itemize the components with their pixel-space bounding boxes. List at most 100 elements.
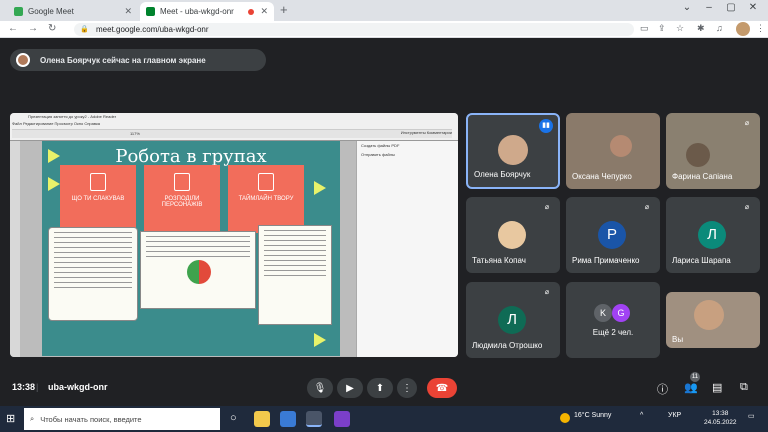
participant-tile[interactable]: Оксана Чепурко: [566, 113, 660, 189]
avatar: [16, 53, 30, 67]
leave-call-button[interactable]: ☎: [427, 378, 457, 398]
share-icon[interactable]: ⇪: [658, 23, 666, 34]
more-icon: ⋮: [402, 382, 412, 394]
worksheet-image: [48, 227, 138, 321]
participant-name: Людмила Отрошко: [472, 341, 543, 350]
participant-tile[interactable]: ▮▮ Олена Боярчук: [466, 113, 560, 189]
card-label: ЩО ТИ СЛАКУВАВ: [71, 196, 125, 202]
side-item[interactable]: Отправить файлы: [357, 150, 458, 159]
new-tab-button[interactable]: +: [280, 3, 288, 16]
camera-icon[interactable]: ▭: [640, 23, 649, 34]
task-card: ТАЙМЛАЙН ТВОРУ: [228, 165, 304, 233]
participant-tile[interactable]: ⌀ Фарина Сапіана: [666, 113, 760, 189]
participant-name: Рима Примаченко: [572, 256, 640, 265]
back-icon[interactable]: ←: [8, 23, 18, 34]
weather-text[interactable]: 16°C Sunny: [574, 412, 611, 419]
language-indicator[interactable]: УКР: [668, 412, 681, 419]
store-icon[interactable]: [280, 411, 296, 427]
participant-tile[interactable]: Л ⌀ Лариса Шарапа: [666, 197, 760, 273]
system-clock[interactable]: 13:38 24.05.2022: [704, 409, 737, 427]
mic-off-icon: ⌀: [744, 120, 750, 127]
avatar: G: [612, 304, 630, 322]
reload-icon[interactable]: ↻: [48, 23, 56, 34]
people-icon[interactable]: 👥: [684, 381, 698, 394]
close-icon[interactable]: ✕: [124, 6, 132, 17]
more-options-button[interactable]: ⋮: [397, 378, 417, 398]
maximize-button[interactable]: ▢: [720, 2, 742, 13]
recording-dot-icon: [248, 8, 255, 15]
reader-toolbar: Презентация заняття до уроку2 - Adobe Re…: [10, 113, 458, 141]
info-icon[interactable]: ⓘ: [657, 381, 668, 397]
star-icon[interactable]: ☆: [676, 23, 684, 34]
viber-icon[interactable]: [334, 411, 350, 427]
participant-name: Татьяна Копач: [472, 256, 526, 265]
participant-tile[interactable]: ⌀ Татьяна Копач: [466, 197, 560, 273]
task-card: РОЗПОДІЛИ ПЕРСОНАЖІВ: [144, 165, 220, 233]
media-icon[interactable]: ♫: [716, 23, 723, 33]
camera-button[interactable]: ▶: [337, 378, 363, 398]
timeline-image: [258, 225, 332, 325]
meet-favicon-icon: [146, 7, 155, 16]
video-feed: [686, 143, 710, 167]
participant-tile[interactable]: Л ⌀ Людмила Отрошко: [466, 282, 560, 358]
more-participants-tile[interactable]: K G Ещё 2 чел.: [566, 282, 660, 358]
chevron-down-icon[interactable]: ⌄: [676, 2, 698, 13]
tray-chevron-icon[interactable]: ^: [640, 412, 643, 419]
tab-label: Google Meet: [28, 7, 74, 16]
activities-icon[interactable]: ⧉: [740, 381, 748, 394]
self-view-tile[interactable]: Вы: [666, 292, 760, 348]
participant-tile[interactable]: Р ⌀ Рима Примаченко: [566, 197, 660, 273]
chat-icon[interactable]: ▤: [712, 381, 722, 394]
lock-icon[interactable]: 🔒: [80, 25, 89, 33]
reader-title: Презентация заняття до уроку2 - Adobe Re…: [28, 114, 117, 119]
mic-off-icon: ⌀: [544, 289, 550, 296]
task-card: ЩО ТИ СЛАКУВАВ: [60, 165, 136, 233]
search-placeholder: Чтобы начать поиск, введите: [40, 414, 142, 424]
tab-google-meet[interactable]: Google Meet ✕: [8, 2, 138, 21]
hangup-icon: ☎: [435, 382, 449, 394]
search-icon: ⌕: [30, 414, 35, 423]
url-field[interactable]: meet.google.com/uba-wkgd-onr: [74, 23, 634, 36]
video-feed: [694, 300, 724, 330]
avatar: [498, 221, 526, 249]
card-label: ТАЙМЛАЙН ТВОРУ: [238, 196, 294, 202]
reader-tools: 117%: [12, 129, 452, 138]
shared-screen[interactable]: Презентация заняття до уроку2 - Adobe Re…: [10, 113, 458, 357]
avatar: Л: [498, 306, 526, 334]
forward-icon[interactable]: →: [28, 23, 38, 34]
banner-text: Олена Боярчук сейчас на главном экране: [40, 55, 206, 65]
task-view-icon[interactable]: ○: [230, 412, 237, 424]
avatar: Р: [598, 221, 626, 249]
slide-title: Робота в групах: [115, 146, 267, 167]
microphone-button[interactable]: 🎙: [307, 378, 333, 398]
close-window-button[interactable]: ✕: [742, 2, 764, 13]
arrow-right-icon: [48, 177, 60, 191]
chrome-icon[interactable]: [306, 411, 322, 427]
sun-icon: [560, 413, 570, 423]
speaking-icon: ▮▮: [539, 119, 553, 133]
tab-meet-call[interactable]: Meet - uba-wkgd-onr ✕: [140, 2, 274, 21]
mic-off-icon: ⌀: [644, 204, 650, 211]
reader-side-panel: Создать файлы PDF Отправить файлы: [356, 141, 458, 357]
more-icon[interactable]: ⋮: [756, 23, 765, 34]
file-explorer-icon[interactable]: [254, 411, 270, 427]
arrow-right-icon: [314, 181, 326, 195]
divider: |: [36, 382, 39, 392]
arrow-right-icon: [48, 149, 60, 163]
present-button[interactable]: ⬆: [367, 378, 393, 398]
profile-avatar[interactable]: [736, 22, 750, 36]
mic-icon: 🎙: [313, 382, 327, 394]
close-icon[interactable]: ✕: [260, 6, 268, 17]
side-item[interactable]: Создать файлы PDF: [357, 141, 458, 150]
taskbar-search[interactable]: ⌕ Чтобы начать поиск, введите: [24, 408, 220, 430]
participant-name: Олена Боярчук: [474, 170, 531, 179]
windows-start-icon[interactable]: ⊞: [6, 412, 15, 425]
character-chart-image: [140, 231, 256, 309]
participant-name: Лариса Шарапа: [672, 256, 731, 265]
extensions-icon[interactable]: ✱: [697, 23, 705, 34]
more-participants-label: Ещё 2 чел.: [592, 328, 634, 337]
reader-menu: Файл Редактирование Просмотр Окно Справк…: [12, 121, 101, 126]
minimize-button[interactable]: –: [698, 2, 720, 13]
card-label: РОЗПОДІЛИ ПЕРСОНАЖІВ: [161, 196, 203, 208]
notifications-icon[interactable]: ▭: [748, 412, 755, 420]
